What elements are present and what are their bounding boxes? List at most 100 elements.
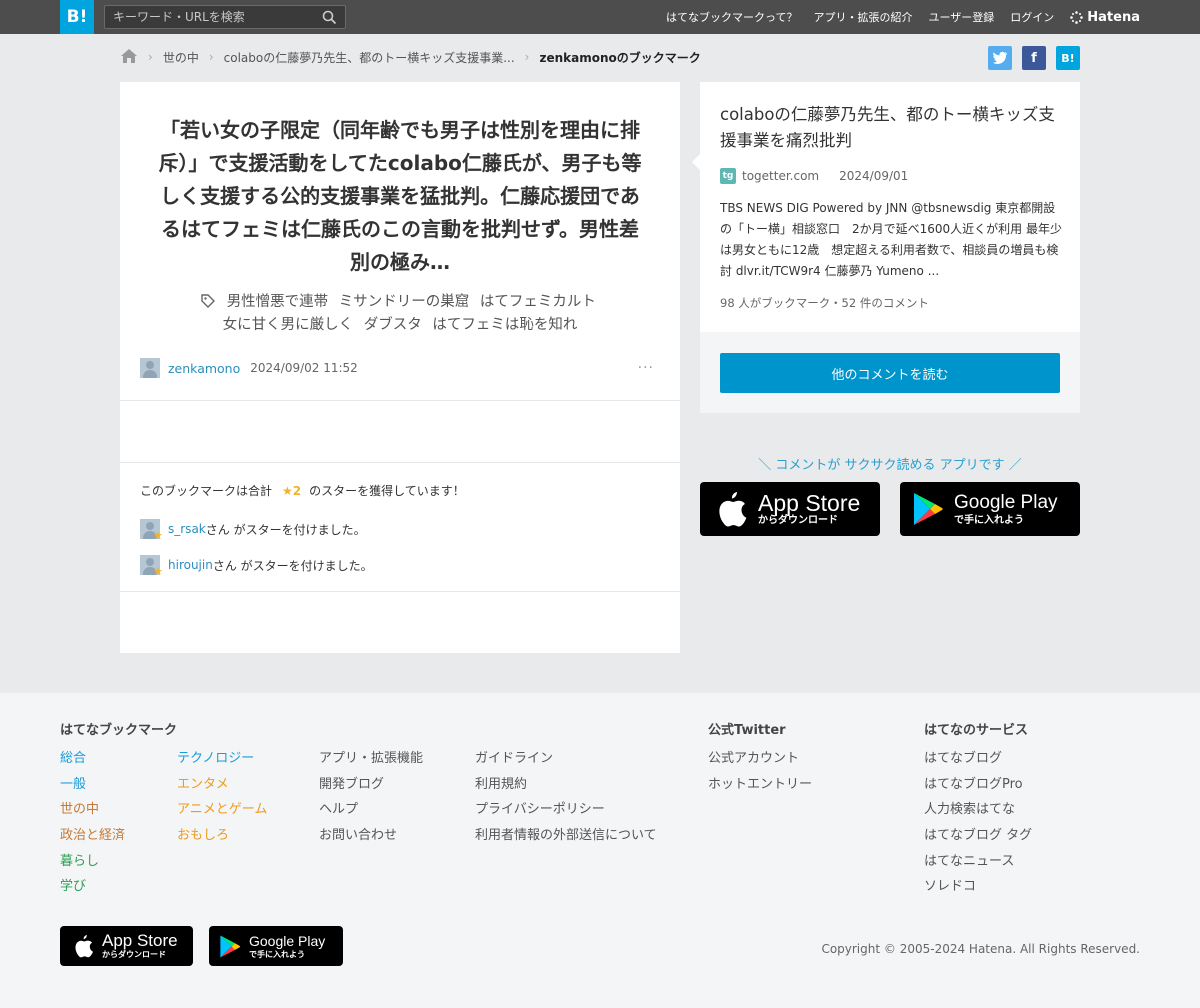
google-play-sub: で手に入れよう [954,515,1024,526]
footer-heading-bookmark: はてなブックマーク [60,723,178,738]
footer-category-link[interactable]: エンタメ [177,772,267,798]
nav-register[interactable]: ユーザー登録 [929,9,995,25]
breadcrumb-category[interactable]: 世の中 [163,49,199,66]
app-store-sub: からダウンロード [102,950,166,959]
footer-categories-1: 総合 一般 世の中 政治と経済 暮らし 学び [60,746,125,900]
bookmark-comment: 「若い女の子限定（同年齢でも男子は性別を理由に排斥）」で支援活動をしてたcola… [158,118,642,274]
footer-category-link[interactable]: アニメとゲーム [177,797,267,823]
footer-link[interactable]: ソレドコ [924,874,1032,900]
chevron-right-icon: › [148,50,153,64]
footer-link[interactable]: プライバシーポリシー [475,797,657,823]
entry-meta: tg togetter.com 2024/09/01 [720,168,908,184]
footer-link[interactable]: アプリ・拡張機能 [319,746,423,772]
home-icon[interactable] [120,48,138,67]
bookmark-card: 「若い女の子限定（同年齢でも男子は性別を理由に排斥）」で支援活動をしてたcola… [120,82,680,653]
read-comments-button[interactable]: 他のコメントを読む [720,353,1060,393]
tag-item[interactable]: 女に甘く男に厳しく [223,317,354,333]
app-store-button[interactable]: App Store からダウンロード [700,482,880,536]
tag-item[interactable]: はてフェミは恥を知れ [432,317,577,333]
hatena-brand-label: Hatena [1087,9,1140,25]
divider [120,400,680,401]
app-store-label: App Store [102,931,178,950]
entry-footer: 他のコメントを読む [700,332,1080,413]
nav-login[interactable]: ログイン [1010,9,1054,25]
bookmark-username[interactable]: zenkamono [168,361,240,376]
footer-categories-2: テクノロジー エンタメ アニメとゲーム おもしろ [177,746,267,849]
footer-link[interactable]: はてなブログ [924,746,1032,772]
footer-link[interactable]: 利用規約 [475,772,657,798]
share-buttons: f B! [988,46,1080,70]
star-giver-text: さん がスターを付けました。 [205,522,366,537]
divider [120,462,680,463]
footer-link[interactable]: はてなニュース [924,849,1032,875]
hatena-share-icon[interactable]: B! [1056,46,1080,70]
tag-item[interactable]: はてフェミカルト [480,294,596,310]
footer-link[interactable]: 公式アカウント [708,746,812,772]
footer-link[interactable]: 人力検索はてな [924,797,1032,823]
footer-google-play-button[interactable]: Google Play で手に入れよう [209,926,343,966]
more-options-icon[interactable]: ··· [638,360,660,376]
breadcrumb-entry[interactable]: colaboの仁藤夢乃先生、都のトー横キッズ支援事業... [224,49,515,66]
apple-icon [719,492,747,527]
search-input[interactable] [105,6,315,28]
nav-apps[interactable]: アプリ・拡張の紹介 [814,9,913,25]
footer-category-link[interactable]: 学び [60,874,125,900]
footer-link[interactable]: 開発ブログ [319,772,423,798]
footer-category-link[interactable]: 総合 [60,746,125,772]
star-summary-prefix: このブックマークは合計 [140,484,273,498]
footer-link[interactable]: 利用者情報の外部送信について [475,823,657,849]
footer-category-link[interactable]: 政治と経済 [60,823,125,849]
footer-link[interactable]: お問い合わせ [319,823,423,849]
star-giver-name[interactable]: s_rsak [168,522,206,536]
app-store-sub: からダウンロード [758,515,838,526]
hatena-brand-link[interactable]: Hatena [1070,10,1140,25]
top-nav: はてなブックマークって？ アプリ・拡張の紹介 ユーザー登録 ログイン Haten… [666,0,1140,34]
entry-date: 2024/09/01 [839,169,909,183]
hatena-dots-icon [1070,10,1084,24]
nav-about[interactable]: はてなブックマークって？ [666,9,797,25]
hatena-bookmark-logo[interactable]: B! [60,0,94,34]
twitter-share-icon[interactable] [988,46,1012,70]
entry-domain[interactable]: togetter.com [742,169,819,183]
avatar[interactable] [140,358,160,378]
tag-item[interactable]: ミサンドリーの巣窟 [339,294,470,310]
footer-category-link[interactable]: 世の中 [60,797,125,823]
footer-link[interactable]: ホットエントリー [708,772,812,798]
footer-heading-services: はてなのサービス [924,723,1029,738]
search-icon[interactable] [322,10,337,29]
star-summary: このブックマークは合計 ★2 のスターを獲得しています！ [140,482,465,499]
google-play-label: Google Play [954,492,1058,513]
chevron-right-icon: › [208,50,214,64]
tag-item[interactable]: ダブスタ [364,317,422,333]
footer-category-link[interactable]: 一般 [60,772,125,798]
footer-link[interactable]: ガイドライン [475,746,657,772]
facebook-share-icon[interactable]: f [1022,46,1046,70]
tag-list: 男性憎悪で連帯 ミサンドリーの巣窟 はてフェミカルト 女に甘く男に厳しく ダブス… [180,292,620,336]
footer-app-store-button[interactable]: App Store からダウンロード [60,926,193,966]
entry-title[interactable]: colaboの仁藤夢乃先生、都のトー横キッズ支援事業を痛烈批判 [720,102,1064,154]
star-icon: ★ [153,529,163,542]
entry-card: colaboの仁藤夢乃先生、都のトー横キッズ支援事業を痛烈批判 tg toget… [692,82,1080,413]
footer-link[interactable]: はてなブログ タグ [924,823,1032,849]
google-play-button[interactable]: Google Play で手に入れよう [900,482,1080,536]
tag-item[interactable]: 男性憎悪で連帯 [227,294,329,310]
copyright: Copyright © 2005-2024 Hatena. All Rights… [821,942,1140,956]
footer: はてなブックマーク 総合 一般 世の中 政治と経済 暮らし 学び テクノロジー … [0,693,1200,1008]
footer-link[interactable]: ヘルプ [319,797,423,823]
star-giver-text: さん がスターを付けました。 [212,558,373,573]
star-giver-name[interactable]: hiroujin [168,558,213,572]
tag-icon [201,294,216,315]
footer-link[interactable]: はてなブログPro [924,772,1032,798]
chevron-right-icon: › [524,50,530,64]
footer-category-link[interactable]: おもしろ [177,823,267,849]
breadcrumb-current: zenkamonoのブックマーク [539,50,701,65]
bookmark-user-line: zenkamono 2024/09/02 11:52 ··· [140,358,660,378]
footer-services: はてなブログ はてなブログPro 人力検索はてな はてなブログ タグ はてなニュ… [924,746,1032,900]
entry-excerpt: TBS NEWS DIG Powered by JNN @tbsnewsdig … [720,201,1062,278]
footer-category-link[interactable]: 暮らし [60,849,125,875]
footer-category-link[interactable]: テクノロジー [177,746,267,772]
entry-bookmark-count[interactable]: 98 人がブックマーク・52 件のコメント [720,295,929,311]
search-box [104,5,346,29]
apple-icon [75,935,93,958]
bookmark-timestamp[interactable]: 2024/09/02 11:52 [250,361,358,375]
